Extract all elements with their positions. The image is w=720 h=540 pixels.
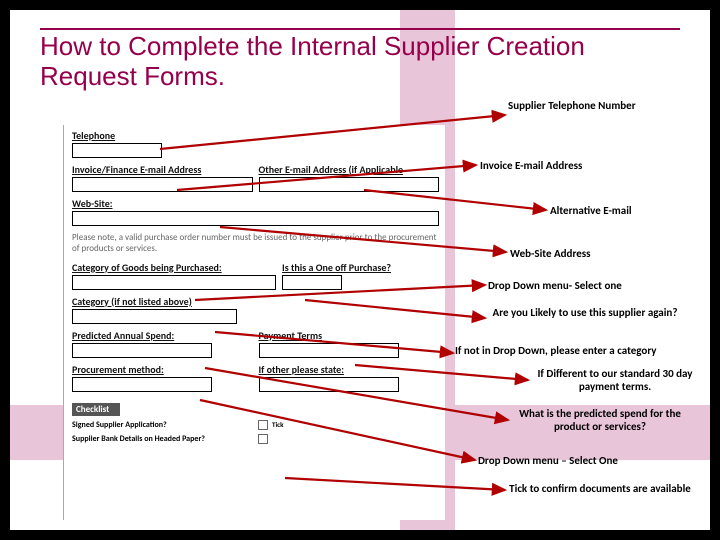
checklist-header: Checklist [72, 403, 120, 416]
annot-diff: If Different to our standard 30 day paym… [530, 368, 700, 393]
title-block: How to Complete the Internal Supplier Cr… [40, 28, 680, 92]
label-invoice-email: Invoice/Finance E-mail Address [72, 163, 253, 176]
slide-stage: How to Complete the Internal Supplier Cr… [10, 10, 710, 530]
annot-invoice: Invoice E-mail Address [480, 160, 582, 173]
field-category[interactable] [72, 275, 276, 290]
label-other-email: Other E-mail Address (if Applicable [259, 163, 440, 176]
field-payment-terms[interactable] [259, 343, 399, 358]
label-if-other: If other please state: [259, 363, 440, 376]
annot-telephone: Supplier Telephone Number [508, 100, 648, 113]
field-invoice-email[interactable] [72, 177, 253, 192]
page-title: How to Complete the Internal Supplier Cr… [40, 32, 680, 92]
label-predicted-spend: Predicted Annual Spend: [72, 329, 253, 342]
annot-notdd: If not in Drop Down, please enter a cate… [455, 345, 675, 358]
annot-predicted: What is the predicted spend for the prod… [510, 408, 690, 433]
field-website[interactable] [72, 211, 439, 226]
chk-box1[interactable] [258, 420, 268, 430]
annot-alt-email: Alternative E-mail [550, 205, 632, 218]
tick-label: Tick [272, 420, 283, 429]
field-procurement[interactable] [72, 377, 212, 392]
label-telephone: Telephone [72, 129, 439, 142]
label-oneoff: Is this a One off Purchase? [282, 261, 439, 274]
chk-q1: Signed Supplier Application? [72, 420, 252, 430]
field-oneoff[interactable] [282, 275, 342, 290]
annot-website: Web-Site Address [510, 248, 591, 261]
chk-box2[interactable] [258, 434, 268, 444]
field-other-email[interactable] [259, 177, 440, 192]
note-text: Please note, a valid purchase order numb… [72, 232, 439, 255]
label-payment-terms: Payment Terms [259, 329, 440, 342]
label-category-other: Category (if not listed above) [72, 295, 439, 308]
label-website: Web-Site: [72, 197, 439, 210]
field-if-other[interactable] [259, 377, 399, 392]
title-rule [40, 28, 680, 30]
checklist-row: Supplier Bank Details on Headed Paper? [72, 434, 439, 444]
checklist-row: Signed Supplier Application? Tick [72, 420, 439, 430]
annot-dropdown2: Drop Down menu – Select One [478, 455, 618, 468]
label-procurement: Procurement method: [72, 363, 253, 376]
field-telephone[interactable] [72, 143, 162, 158]
annot-likely: Are you Likely to use this supplier agai… [480, 307, 690, 320]
annot-tick: Tick to confirm documents are available [500, 483, 700, 496]
field-predicted-spend[interactable] [72, 343, 212, 358]
form-panel: Telephone Invoice/Finance E-mail Address… [63, 125, 445, 520]
chk-q2: Supplier Bank Details on Headed Paper? [72, 434, 252, 444]
label-category: Category of Goods being Purchased: [72, 261, 276, 274]
annot-dropdown1: Drop Down menu- Select one [488, 280, 622, 293]
field-category-other[interactable] [72, 309, 237, 324]
